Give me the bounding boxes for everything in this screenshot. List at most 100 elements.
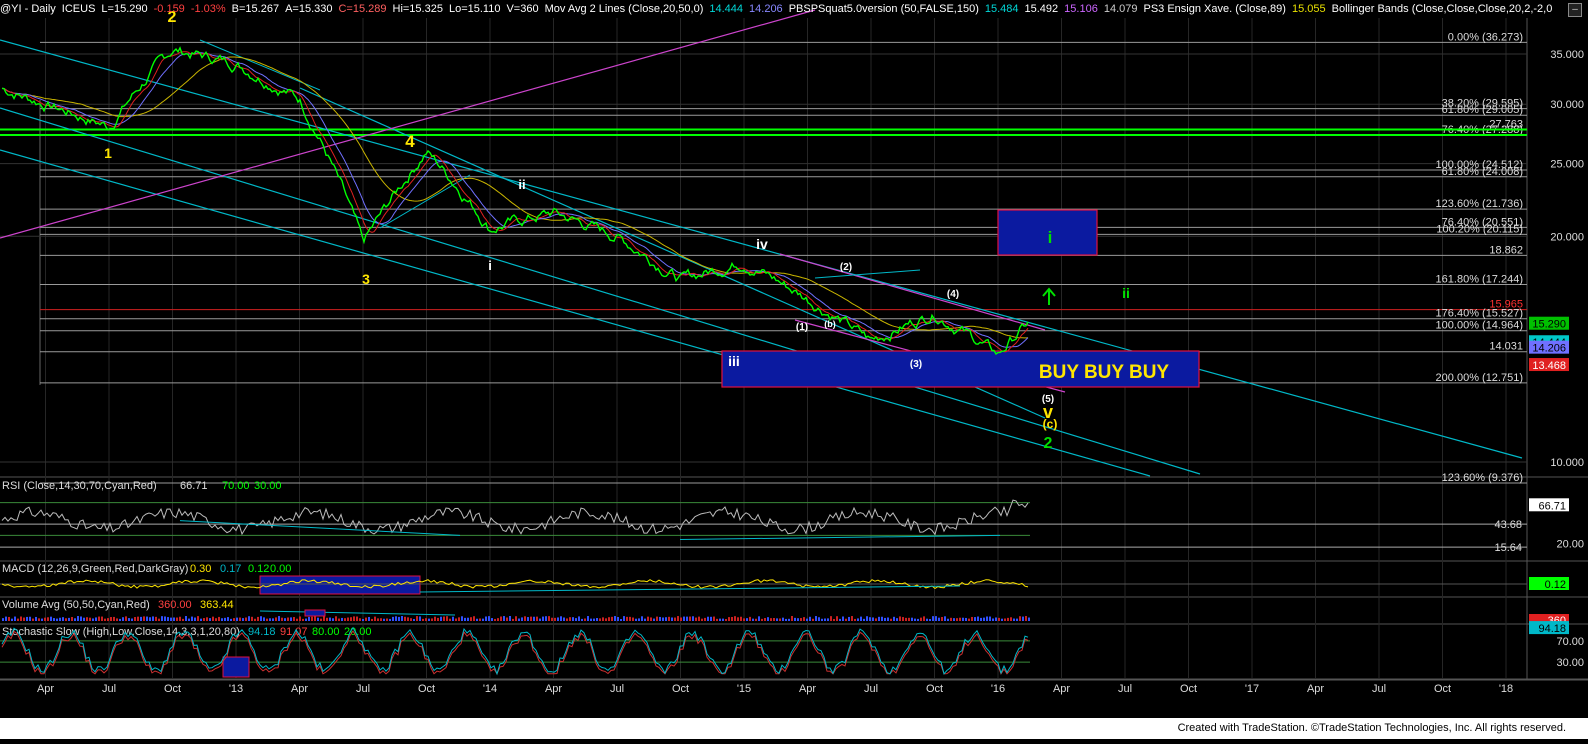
volume-bar bbox=[935, 616, 937, 621]
rsi-level-label: 43.68 bbox=[1494, 519, 1522, 531]
volume-bar bbox=[149, 617, 151, 621]
stochastic-value-2: 91.07 bbox=[280, 626, 308, 638]
volume-bar bbox=[683, 616, 685, 621]
volume-bar bbox=[689, 616, 691, 621]
low-value: Lo=15.110 bbox=[448, 3, 501, 15]
volume-bar bbox=[908, 617, 910, 621]
wave-label: (b) bbox=[824, 319, 836, 329]
volume-bar bbox=[560, 616, 562, 621]
volume-bar bbox=[638, 618, 640, 621]
volume-bar bbox=[305, 618, 307, 621]
volume-bar bbox=[179, 616, 181, 621]
volume-bar bbox=[416, 616, 418, 621]
volume-bar bbox=[473, 616, 475, 621]
volume-bar bbox=[284, 618, 286, 621]
volume-bar bbox=[152, 616, 154, 621]
volume-bar bbox=[155, 616, 157, 621]
volume-bar bbox=[326, 617, 328, 621]
volume-bar bbox=[512, 618, 514, 621]
volume-bar bbox=[854, 618, 856, 621]
volume-bar bbox=[278, 616, 280, 621]
volume-title: Volume Avg (50,50,Cyan,Red) bbox=[2, 599, 150, 611]
stochastic-last-label: 94.18 bbox=[1538, 623, 1566, 635]
volume-bar bbox=[92, 618, 94, 621]
volume-bar bbox=[833, 618, 835, 621]
volume-bar bbox=[527, 617, 529, 621]
volume-bar bbox=[815, 616, 817, 621]
volume-bar bbox=[674, 617, 676, 621]
volume-bar bbox=[1025, 616, 1027, 621]
volume-bar bbox=[320, 618, 322, 621]
macd-last-label: 0.12 bbox=[1545, 579, 1566, 591]
volume-bar bbox=[644, 618, 646, 621]
volume-bar bbox=[788, 618, 790, 621]
volume-bar bbox=[83, 617, 85, 621]
volume-bar bbox=[608, 617, 610, 621]
volume-bar bbox=[86, 617, 88, 621]
x-tick-label: '17 bbox=[1245, 683, 1259, 695]
x-tick-label: '16 bbox=[991, 683, 1005, 695]
volume-bar bbox=[566, 618, 568, 621]
x-tick-label: Jul bbox=[356, 683, 370, 695]
volume-bar bbox=[524, 616, 526, 621]
volume-bar bbox=[290, 617, 292, 621]
volume-bar bbox=[791, 616, 793, 621]
chart-header: @YI - Daily ICEUS L=15.290 -0.159 -1.03% B=15… bbox=[0, 0, 1552, 18]
volume-bar bbox=[440, 616, 442, 621]
window-control-icon[interactable]: – bbox=[1568, 3, 1582, 17]
stochastic-value-3: 80.00 bbox=[312, 626, 340, 638]
volume-bar bbox=[1010, 617, 1012, 621]
volume-value-1: 360.00 bbox=[158, 599, 192, 611]
volume-bar bbox=[878, 616, 880, 621]
volume-bar bbox=[959, 617, 961, 621]
volume-bar bbox=[20, 616, 22, 621]
volume-bar bbox=[1019, 616, 1021, 621]
volume-bar bbox=[740, 616, 742, 621]
volume-bar bbox=[371, 618, 373, 621]
volume-bar bbox=[50, 616, 52, 621]
volume-bar bbox=[227, 617, 229, 621]
volume-bar bbox=[635, 618, 637, 621]
volume-bar bbox=[1001, 618, 1003, 621]
volume-bar bbox=[803, 617, 805, 621]
rsi-overbought-value: 70.00 bbox=[222, 480, 250, 492]
volume-bar bbox=[743, 618, 745, 621]
stochastic-y-tick: 30.00 bbox=[1556, 657, 1584, 669]
y-tick-label: 30.000 bbox=[1550, 99, 1584, 111]
volume-bar bbox=[752, 618, 754, 621]
volume-bar bbox=[254, 618, 256, 621]
volume-bar bbox=[944, 616, 946, 621]
volume-bar bbox=[680, 617, 682, 621]
fib-level-label: 0.00% (36.273) bbox=[1448, 31, 1523, 43]
volume-bar bbox=[65, 618, 67, 621]
wave-label: (2) bbox=[840, 262, 852, 273]
pbs-label: PBSPSquat5.0version (50,FALSE,150) bbox=[788, 3, 979, 15]
volume-bar bbox=[710, 616, 712, 621]
pbs-value-4: 14.079 bbox=[1103, 3, 1138, 15]
wave-label: 4 bbox=[405, 132, 415, 151]
volume-bar bbox=[956, 618, 958, 621]
pbs-value-3: 15.106 bbox=[1064, 3, 1098, 15]
volume-bar bbox=[314, 616, 316, 621]
volume-bar bbox=[110, 617, 112, 621]
volume-bar bbox=[176, 617, 178, 621]
volume-bar bbox=[488, 616, 490, 621]
buy-annotation: BUY BUY BUY bbox=[1039, 362, 1170, 383]
volume-bar bbox=[821, 618, 823, 621]
volume-bar bbox=[137, 616, 139, 621]
volume-bar bbox=[44, 617, 46, 621]
x-tick-label: Oct bbox=[672, 683, 689, 695]
volume-bar bbox=[383, 618, 385, 621]
volume-bar bbox=[113, 616, 115, 621]
volume-bar bbox=[701, 618, 703, 621]
volume-bar bbox=[1022, 616, 1024, 621]
volume-bar bbox=[947, 618, 949, 621]
x-tick-label: '14 bbox=[483, 683, 497, 695]
wave-label: 1 bbox=[104, 145, 112, 161]
volume-bar bbox=[194, 617, 196, 621]
volume-bar bbox=[503, 616, 505, 621]
volume-bar bbox=[629, 616, 631, 621]
stochastic-highlight-box bbox=[222, 656, 250, 678]
volume-bar bbox=[47, 617, 49, 621]
volume-bar bbox=[719, 618, 721, 621]
